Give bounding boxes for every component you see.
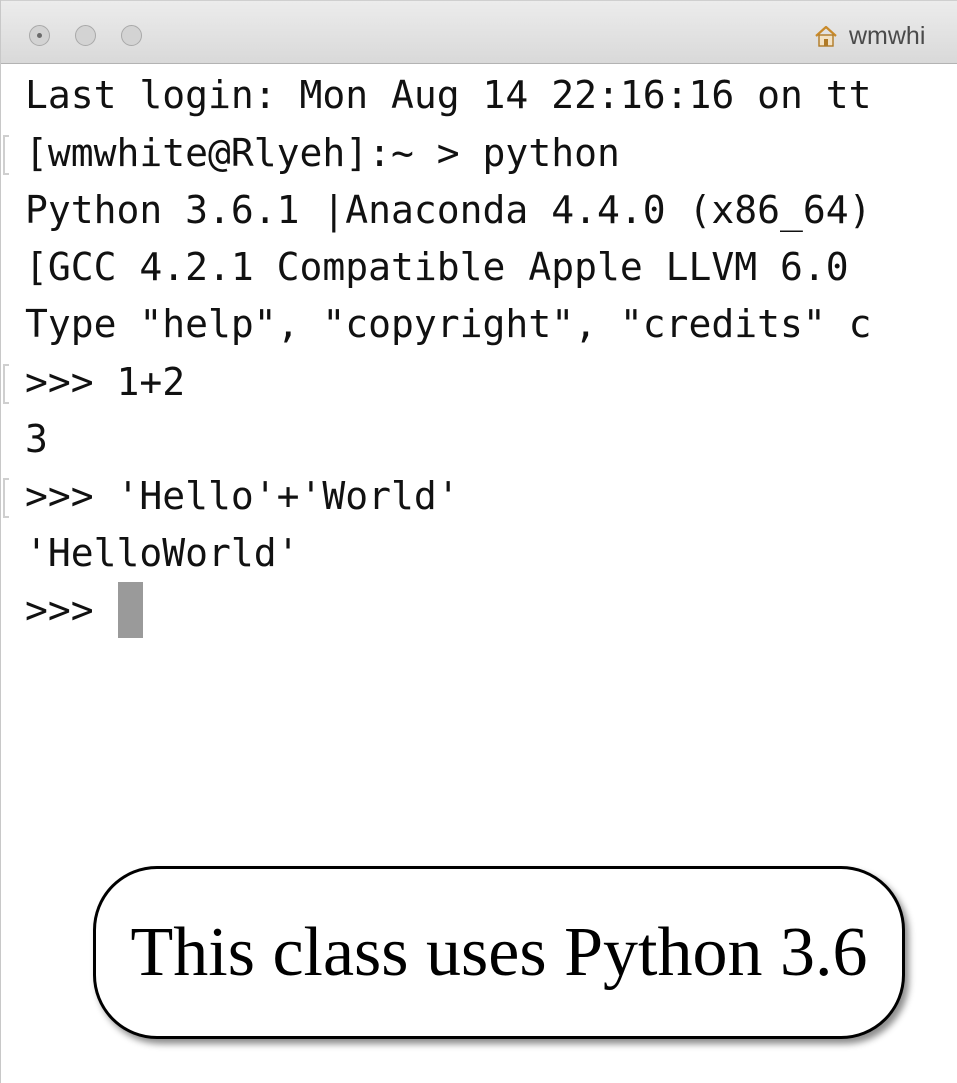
current-prompt-line[interactable]: >>> <box>25 581 143 639</box>
terminal-line: 3 <box>25 417 48 461</box>
terminal-line: Last login: Mon Aug 14 22:16:16 on tt <box>25 73 872 117</box>
terminal-line: [GCC 4.2.1 Compatible Apple LLVM 6.0 <box>25 245 849 289</box>
command-mark <box>3 135 9 175</box>
terminal-line: Type "help", "copyright", "credits" c <box>25 302 872 346</box>
prompt-text: >>> <box>25 588 94 632</box>
terminal-line: 'HelloWorld' <box>25 531 300 575</box>
title-bar[interactable]: wmwhi <box>1 0 957 64</box>
callout-box: This class uses Python 3.6 <box>93 866 905 1039</box>
window-title-text: wmwhi <box>849 21 926 50</box>
text-cursor <box>117 582 143 638</box>
callout-text: This class uses Python 3.6 <box>130 913 868 991</box>
terminal-window: wmwhi Last login: Mon Aug 14 22:16:16 on… <box>0 0 957 1083</box>
terminal-line: >>> 'Hello'+'World' <box>25 474 460 518</box>
window-title: wmwhi <box>813 21 925 51</box>
terminal-line: Python 3.6.1 |Anaconda 4.4.0 (x86_64) <box>25 188 872 232</box>
home-icon <box>813 23 839 49</box>
minimize-button[interactable] <box>75 25 96 46</box>
terminal-line: >>> 1+2 <box>25 360 186 404</box>
command-mark <box>3 478 9 518</box>
terminal-line: [wmwhite@Rlyeh]:~ > python <box>25 131 620 175</box>
command-mark <box>3 364 9 404</box>
zoom-button[interactable] <box>121 25 142 46</box>
close-button[interactable] <box>29 25 50 46</box>
